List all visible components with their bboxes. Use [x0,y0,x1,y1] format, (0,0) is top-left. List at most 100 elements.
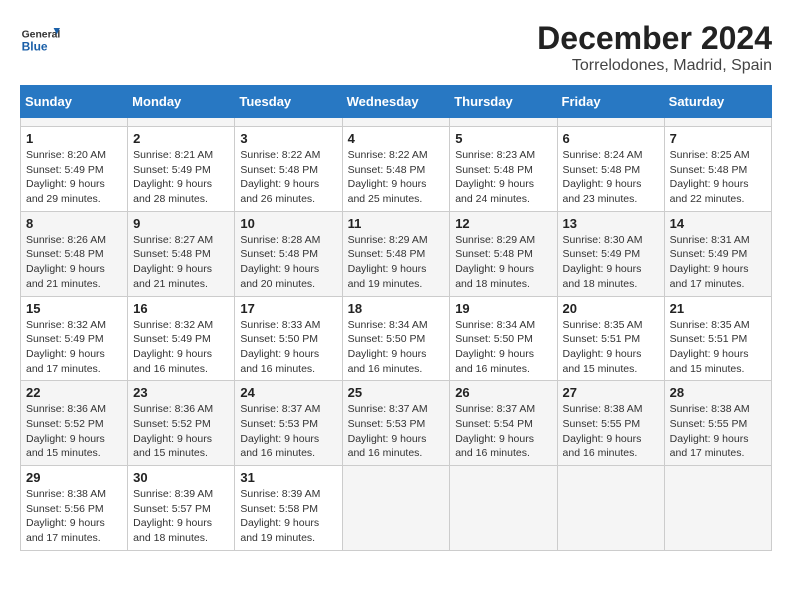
day-detail: Sunrise: 8:22 AMSunset: 5:48 PMDaylight:… [240,148,336,207]
day-of-week-header: Saturday [664,86,771,118]
calendar-day-cell: 13 Sunrise: 8:30 AMSunset: 5:49 PMDayligh… [557,211,664,296]
day-of-week-header: Tuesday [235,86,342,118]
calendar-day-cell: 7Sunrise: 8:25 AMSunset: 5:48 PMDaylight… [664,127,771,212]
calendar-day-cell: 6Sunrise: 8:24 AMSunset: 5:48 PMDaylight… [557,127,664,212]
day-detail: Sunrise: 8:37 AMSunset: 5:53 PMDaylight:… [348,402,445,461]
calendar-day-cell: 17Sunrise: 8:33 AMSunset: 5:50 PMDayligh… [235,296,342,381]
day-number: 24 [240,385,336,400]
calendar-day-cell: 20 Sunrise: 8:35 AMSunset: 5:51 PMDayligh… [557,296,664,381]
calendar-day-cell [557,466,664,551]
location: Torrelodones, Madrid, Spain [537,57,772,75]
day-number: 20 [563,301,659,316]
day-detail: Sunrise: 8:39 AMSunset: 5:57 PMDaylight:… [133,487,229,546]
calendar-day-cell: 11Sunrise: 8:29 AMSunset: 5:48 PMDayligh… [342,211,450,296]
day-detail: Sunrise: 8:38 AMSunset: 5:55 PMDaylight:… [670,402,766,461]
day-detail: Sunrise: 8:30 AMSunset: 5:49 PMDaylight:… [563,233,659,292]
calendar-day-cell [450,466,557,551]
day-detail: Sunrise: 8:36 AMSunset: 5:52 PMDaylight:… [26,402,122,461]
day-number: 30 [133,470,229,485]
calendar-header-row: SundayMondayTuesdayWednesdayThursdayFrid… [21,86,772,118]
calendar-day-cell: 5 Sunrise: 8:23 AMSunset: 5:48 PMDaylight… [450,127,557,212]
day-detail: Sunrise: 8:37 AMSunset: 5:53 PMDaylight:… [240,402,336,461]
day-number: 15 [26,301,122,316]
day-detail: Sunrise: 8:27 AMSunset: 5:48 PMDaylight:… [133,233,229,292]
calendar-day-cell: 3 Sunrise: 8:22 AMSunset: 5:48 PMDaylight… [235,127,342,212]
calendar-day-cell: 30 Sunrise: 8:39 AMSunset: 5:57 PMDayligh… [128,466,235,551]
calendar-day-cell: 22 Sunrise: 8:36 AMSunset: 5:52 PMDayligh… [21,381,128,466]
day-detail: Sunrise: 8:29 AMSunset: 5:48 PMDaylight:… [348,233,445,292]
day-number: 9 [133,216,229,231]
calendar-week-row: 29Sunrise: 8:38 AMSunset: 5:56 PMDayligh… [21,466,772,551]
calendar-day-cell: 24 Sunrise: 8:37 AMSunset: 5:53 PMDayligh… [235,381,342,466]
calendar-week-row: 8 Sunrise: 8:26 AMSunset: 5:48 PMDaylight… [21,211,772,296]
day-of-week-header: Friday [557,86,664,118]
day-detail: Sunrise: 8:26 AMSunset: 5:48 PMDaylight:… [26,233,122,292]
day-detail: Sunrise: 8:22 AMSunset: 5:48 PMDaylight:… [348,148,445,207]
day-number: 3 [240,131,336,146]
calendar-day-cell: 18 Sunrise: 8:34 AMSunset: 5:50 PMDayligh… [342,296,450,381]
calendar-day-cell: 1 Sunrise: 8:20 AMSunset: 5:49 PMDaylight… [21,127,128,212]
calendar-day-cell: 31 Sunrise: 8:39 AMSunset: 5:58 PMDayligh… [235,466,342,551]
day-number: 5 [455,131,551,146]
day-number: 8 [26,216,122,231]
logo: General Blue [20,20,64,60]
day-detail: Sunrise: 8:36 AMSunset: 5:52 PMDaylight:… [133,402,229,461]
day-of-week-header: Monday [128,86,235,118]
day-number: 25 [348,385,445,400]
day-detail: Sunrise: 8:23 AMSunset: 5:48 PMDaylight:… [455,148,551,207]
day-number: 26 [455,385,551,400]
calendar-week-row: 15 Sunrise: 8:32 AMSunset: 5:49 PMDayligh… [21,296,772,381]
calendar-week-row [21,118,772,127]
calendar-day-cell [450,118,557,127]
day-number: 27 [563,385,659,400]
day-number: 31 [240,470,336,485]
title-block: December 2024 Torrelodones, Madrid, Spai… [537,20,772,75]
day-detail: Sunrise: 8:24 AMSunset: 5:48 PMDaylight:… [563,148,659,207]
day-number: 19 [455,301,551,316]
day-of-week-header: Sunday [21,86,128,118]
day-of-week-header: Wednesday [342,86,450,118]
calendar-day-cell: 16 Sunrise: 8:32 AMSunset: 5:49 PMDayligh… [128,296,235,381]
calendar-day-cell: 29Sunrise: 8:38 AMSunset: 5:56 PMDayligh… [21,466,128,551]
calendar-day-cell [557,118,664,127]
calendar-day-cell [342,466,450,551]
svg-text:Blue: Blue [22,39,48,53]
calendar-day-cell: 26Sunrise: 8:37 AMSunset: 5:54 PMDayligh… [450,381,557,466]
day-number: 23 [133,385,229,400]
day-number: 10 [240,216,336,231]
day-detail: Sunrise: 8:20 AMSunset: 5:49 PMDaylight:… [26,148,122,207]
day-detail: Sunrise: 8:39 AMSunset: 5:58 PMDaylight:… [240,487,336,546]
day-number: 29 [26,470,122,485]
day-number: 4 [348,131,445,146]
calendar-day-cell [664,466,771,551]
calendar-day-cell [128,118,235,127]
day-number: 13 [563,216,659,231]
calendar-day-cell: 9 Sunrise: 8:27 AMSunset: 5:48 PMDaylight… [128,211,235,296]
calendar-day-cell: 27 Sunrise: 8:38 AMSunset: 5:55 PMDayligh… [557,381,664,466]
day-detail: Sunrise: 8:28 AMSunset: 5:48 PMDaylight:… [240,233,336,292]
calendar-day-cell: 8 Sunrise: 8:26 AMSunset: 5:48 PMDaylight… [21,211,128,296]
calendar-day-cell [664,118,771,127]
day-number: 2 [133,131,229,146]
day-detail: Sunrise: 8:32 AMSunset: 5:49 PMDaylight:… [26,318,122,377]
month-title: December 2024 [537,20,772,57]
day-number: 14 [670,216,766,231]
day-number: 1 [26,131,122,146]
day-number: 18 [348,301,445,316]
day-detail: Sunrise: 8:34 AMSunset: 5:50 PMDaylight:… [348,318,445,377]
day-detail: Sunrise: 8:38 AMSunset: 5:55 PMDaylight:… [563,402,659,461]
calendar-day-cell: 25 Sunrise: 8:37 AMSunset: 5:53 PMDayligh… [342,381,450,466]
calendar-week-row: 22 Sunrise: 8:36 AMSunset: 5:52 PMDayligh… [21,381,772,466]
calendar-day-cell [235,118,342,127]
calendar-day-cell: 4 Sunrise: 8:22 AMSunset: 5:48 PMDaylight… [342,127,450,212]
day-detail: Sunrise: 8:31 AMSunset: 5:49 PMDaylight:… [670,233,766,292]
day-detail: Sunrise: 8:35 AMSunset: 5:51 PMDaylight:… [563,318,659,377]
day-number: 22 [26,385,122,400]
day-detail: Sunrise: 8:21 AMSunset: 5:49 PMDaylight:… [133,148,229,207]
day-detail: Sunrise: 8:32 AMSunset: 5:49 PMDaylight:… [133,318,229,377]
day-detail: Sunrise: 8:35 AMSunset: 5:51 PMDaylight:… [670,318,766,377]
day-number: 16 [133,301,229,316]
page-header: General Blue December 2024 Torrelodones,… [20,20,772,75]
calendar-day-cell: 28Sunrise: 8:38 AMSunset: 5:55 PMDayligh… [664,381,771,466]
day-number: 17 [240,301,336,316]
